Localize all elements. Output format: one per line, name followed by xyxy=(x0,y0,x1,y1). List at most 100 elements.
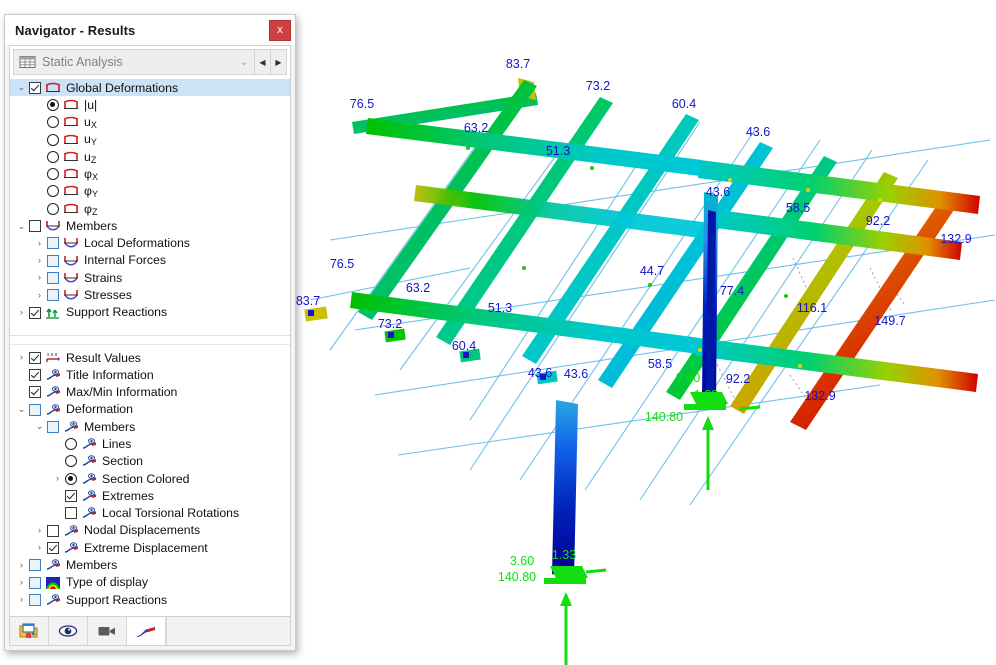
checkbox-checked[interactable] xyxy=(29,351,41,364)
tree-item-global-deformations[interactable]: ⌄ Global Deformations xyxy=(10,79,290,97)
checkbox-checked[interactable] xyxy=(29,386,41,399)
tab-views[interactable] xyxy=(49,617,88,645)
navigator-results-panel[interactable]: Navigator - Results x Static Analysis ⌄ … xyxy=(4,14,296,651)
tree-item-stresses[interactable]: › Stresses xyxy=(10,287,290,304)
checkbox-indeterminate[interactable] xyxy=(29,576,41,589)
radio-unselected[interactable] xyxy=(47,168,59,181)
chevron-down-icon[interactable]: ⌄ xyxy=(32,422,47,431)
tree-item-extremes[interactable]: Extremes xyxy=(10,487,290,504)
result-values-icon: x x x xyxy=(45,351,61,365)
result-value-label: 73.2 xyxy=(586,79,610,93)
tabstrip-filler xyxy=(166,617,290,645)
radio-unselected[interactable] xyxy=(47,202,59,215)
tree-item-title-information[interactable]: Title Information xyxy=(10,366,290,383)
tree-item-lines[interactable]: Lines xyxy=(10,435,290,452)
radio-selected[interactable] xyxy=(47,98,59,111)
chevron-right-icon[interactable]: › xyxy=(32,543,47,552)
checkbox-checked[interactable] xyxy=(29,368,41,381)
chevron-right-icon[interactable]: › xyxy=(32,290,47,300)
chevron-right-icon[interactable]: › xyxy=(32,238,47,248)
tree-item-u-abs[interactable]: |u| xyxy=(10,96,290,113)
chevron-right-icon[interactable]: › xyxy=(14,560,29,570)
result-value-label: 140.80 xyxy=(498,570,536,584)
chevron-right-icon[interactable]: › xyxy=(32,256,47,265)
checkbox-indeterminate[interactable] xyxy=(29,559,41,572)
tree-item-internal-forces[interactable]: › Internal Forces xyxy=(10,252,290,269)
tree-item-members-bottom[interactable]: › Members xyxy=(10,557,290,574)
next-case-button[interactable]: ▶ xyxy=(271,49,287,75)
tab-results[interactable] xyxy=(127,617,166,645)
tree-item-section-colored[interactable]: › Section Colored xyxy=(10,470,290,487)
checkbox-unchecked[interactable] xyxy=(29,220,41,233)
analysis-combo[interactable]: Static Analysis ⌄ xyxy=(13,49,255,75)
navigator-tabstrip[interactable] xyxy=(9,616,291,646)
tree-item-label: uY xyxy=(84,132,97,148)
tree-item-deformation-members[interactable]: ⌄ Members xyxy=(10,418,290,435)
prev-case-button[interactable]: ◀ xyxy=(255,49,271,75)
tree-item-phiy[interactable]: φY xyxy=(10,183,290,200)
checkbox-indeterminate[interactable] xyxy=(47,420,59,433)
result-value-label: 60.4 xyxy=(452,339,476,353)
tab-animation[interactable] xyxy=(88,617,127,645)
checkbox-indeterminate[interactable] xyxy=(47,289,59,302)
tree-item-label: φY xyxy=(84,184,98,200)
chevron-right-icon[interactable]: › xyxy=(32,526,47,535)
radio-unselected[interactable] xyxy=(65,438,77,451)
tree-item-support-reactions-bottom[interactable]: › Support Reactions xyxy=(10,591,290,608)
radio-selected[interactable] xyxy=(65,472,77,485)
checkbox-indeterminate[interactable] xyxy=(47,237,59,250)
tab-project-navigator[interactable] xyxy=(10,617,49,645)
result-value-label: 116.1 xyxy=(797,301,827,315)
tree-item-strains[interactable]: › Strains xyxy=(10,269,290,286)
tree-item-uz[interactable]: uZ xyxy=(10,148,290,165)
chevron-right-icon[interactable]: › xyxy=(14,353,29,362)
results-tree-top[interactable]: ⌄ Global Deformations |u| uX uY uZ φX φY φZ ⌄ Memb… xyxy=(10,75,290,335)
chevron-down-icon[interactable]: ⌄ xyxy=(14,221,29,231)
tree-item-phiz[interactable]: φZ xyxy=(10,200,290,217)
tree-item-nodal-displacements[interactable]: › Nodal Displacements xyxy=(10,522,290,539)
radio-unselected[interactable] xyxy=(65,455,77,468)
tree-item-local-torsional-rotations[interactable]: Local Torsional Rotations xyxy=(10,505,290,522)
checkbox-unchecked[interactable] xyxy=(65,507,77,520)
tree-item-uy[interactable]: uY xyxy=(10,131,290,148)
checkbox-checked[interactable] xyxy=(29,306,41,319)
tree-item-label: Result Values xyxy=(66,350,141,365)
results-diagram-icon xyxy=(137,626,155,637)
tree-splitter[interactable] xyxy=(10,335,290,345)
radio-unselected[interactable] xyxy=(47,185,59,198)
tree-item-maxmin-information[interactable]: Max/Min Information xyxy=(10,384,290,401)
tree-item-support-reactions-top[interactable]: › Support Reactions xyxy=(10,304,290,321)
display-tree-bottom[interactable]: › x x x Result Values Title Information Max/… xyxy=(10,345,290,616)
close-icon[interactable]: x xyxy=(269,19,291,41)
checkbox-indeterminate[interactable] xyxy=(47,271,59,284)
chevron-down-icon[interactable]: ⌄ xyxy=(14,405,29,414)
tree-item-section[interactable]: Section xyxy=(10,453,290,470)
checkbox-indeterminate[interactable] xyxy=(47,254,59,267)
tree-item-extreme-displacement[interactable]: › Extreme Displacement xyxy=(10,539,290,556)
radio-unselected[interactable] xyxy=(47,150,59,163)
tree-item-phix[interactable]: φX xyxy=(10,165,290,182)
tree-item-ux[interactable]: uX xyxy=(10,114,290,131)
result-value-label: 76.5 xyxy=(350,97,374,111)
chevron-down-icon[interactable]: ⌄ xyxy=(14,83,29,92)
tree-item-deformation[interactable]: ⌄ Deformation xyxy=(10,401,290,418)
tree-item-type-of-display[interactable]: › Type of display xyxy=(10,574,290,591)
radio-unselected[interactable] xyxy=(47,133,59,146)
chevron-right-icon[interactable]: › xyxy=(14,578,29,587)
chevron-down-icon[interactable]: ⌄ xyxy=(234,57,254,68)
checkbox-checked[interactable] xyxy=(47,541,59,554)
chevron-right-icon[interactable]: › xyxy=(14,595,29,604)
checkbox-indeterminate[interactable] xyxy=(29,593,41,606)
checkbox-indeterminate[interactable] xyxy=(29,403,41,416)
radio-unselected[interactable] xyxy=(47,116,59,129)
checkbox-checked[interactable] xyxy=(29,81,41,94)
tree-item-members[interactable]: ⌄ Members xyxy=(10,217,290,234)
tree-item-local-deformations[interactable]: › Local Deformations xyxy=(10,235,290,252)
result-value-label: 63.2 xyxy=(464,121,488,135)
chevron-right-icon[interactable]: › xyxy=(14,308,29,317)
checkbox-unchecked[interactable] xyxy=(47,524,59,537)
tree-item-result-values[interactable]: › x x x Result Values xyxy=(10,349,290,366)
checkbox-checked[interactable] xyxy=(65,490,77,503)
chevron-right-icon[interactable]: › xyxy=(32,273,47,282)
chevron-right-icon[interactable]: › xyxy=(50,474,65,483)
